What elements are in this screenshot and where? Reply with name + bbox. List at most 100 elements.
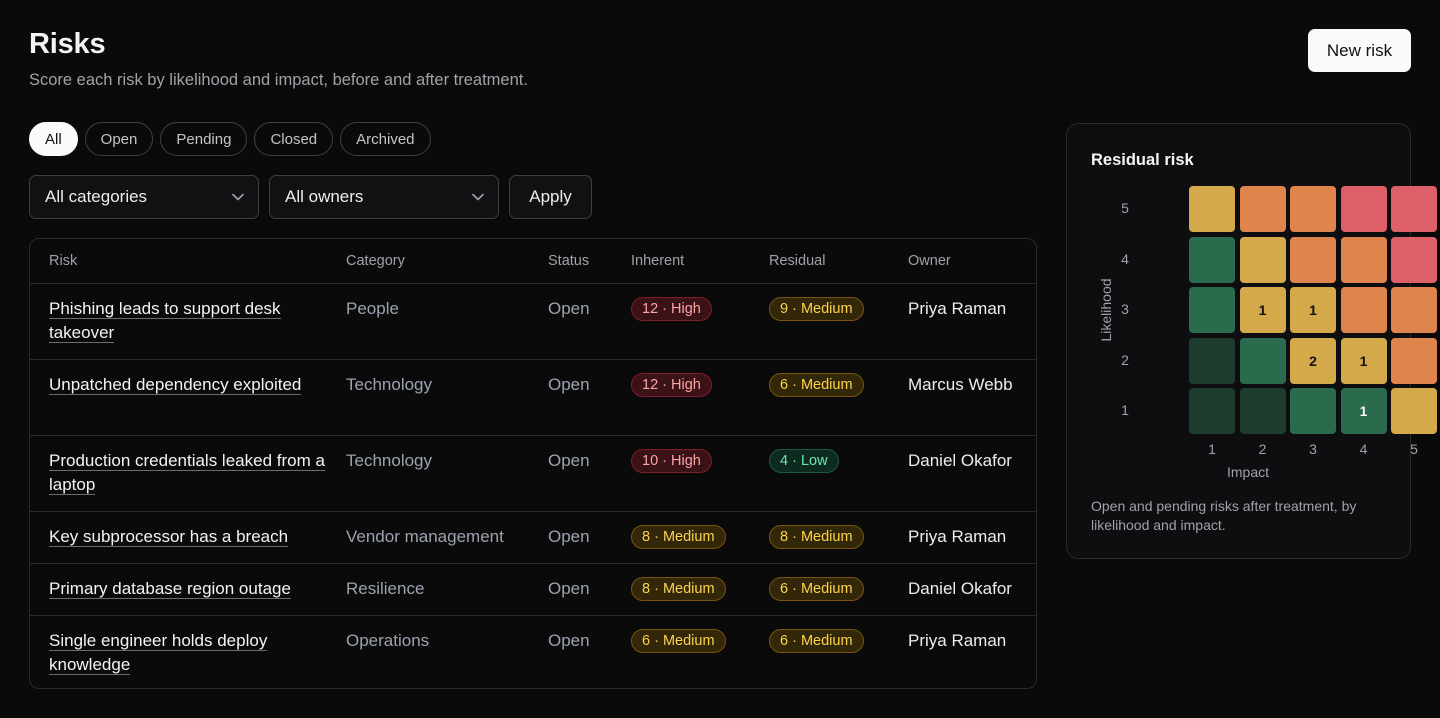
- heatmap-cell[interactable]: [1340, 236, 1387, 283]
- table-row[interactable]: Single engineer holds deploy knowledge O…: [30, 615, 1036, 688]
- tab-pending[interactable]: Pending: [160, 122, 248, 156]
- owner-select[interactable]: All owners: [269, 175, 499, 219]
- table-row[interactable]: Primary database region outage Resilienc…: [30, 563, 1036, 616]
- heatmap-cell[interactable]: [1189, 186, 1235, 232]
- x-tick: 3: [1309, 441, 1317, 457]
- category-select-value: All categories: [45, 187, 148, 206]
- heatmap-cell[interactable]: [1340, 287, 1387, 333]
- heatmap-cell[interactable]: [1189, 236, 1235, 283]
- chevron-down-icon: [232, 191, 244, 203]
- heatmap-cell[interactable]: 2: [1290, 337, 1336, 384]
- heatmap-cell[interactable]: [1391, 236, 1437, 283]
- residual-score-badge: 4 · Low: [769, 448, 839, 473]
- tab-all[interactable]: All: [29, 122, 78, 156]
- category-cell: Vendor management: [346, 526, 504, 546]
- tab-archived[interactable]: Archived: [340, 122, 431, 156]
- heatmap-cell[interactable]: [1391, 388, 1437, 434]
- heatmap-cell[interactable]: [1239, 186, 1286, 232]
- heatmap-cell[interactable]: [1189, 337, 1235, 384]
- heatmap-cell[interactable]: [1391, 337, 1437, 384]
- x-tick: 2: [1258, 441, 1267, 457]
- residual-score-badge: 6 · Medium: [769, 628, 864, 653]
- status-cell: Open: [548, 298, 590, 318]
- heatmap-cell-count: 1: [1359, 403, 1368, 419]
- panel-title: Residual risk: [1091, 151, 1194, 169]
- residual-score-badge: 8 · Medium: [769, 524, 864, 549]
- risks-table: Risk Category Status Inherent Residual O…: [29, 238, 1037, 689]
- risk-link[interactable]: Single engineer holds deploy knowledge: [49, 630, 268, 675]
- heatmap-cell[interactable]: [1340, 186, 1387, 232]
- column-header-status[interactable]: Status: [529, 239, 612, 284]
- heatmap-cell-count: 1: [1309, 302, 1317, 318]
- y-tick: 1: [1121, 402, 1129, 418]
- x-tick: 1: [1208, 441, 1216, 457]
- residual-risk-panel: Residual risk Likelihood 5 4 3 2 1 1 1 2 1 1…: [1066, 123, 1437, 559]
- heatmap-cell[interactable]: [1239, 337, 1286, 384]
- page-title: Risks: [29, 28, 106, 60]
- y-tick: 4: [1121, 251, 1129, 267]
- table-row[interactable]: Unpatched dependency exploited Technolog…: [30, 359, 1036, 436]
- heatmap-cell[interactable]: 1: [1340, 337, 1387, 384]
- category-cell: Operations: [346, 630, 430, 650]
- inherent-score-badge: 12 · High: [631, 372, 712, 397]
- column-header-owner[interactable]: Owner: [889, 239, 1036, 284]
- column-header-category[interactable]: Category: [327, 239, 529, 284]
- risk-link[interactable]: Unpatched dependency exploited: [49, 374, 302, 395]
- page-subtitle: Score each risk by likelihood and impact…: [29, 71, 528, 89]
- heatmap-cell[interactable]: [1239, 236, 1286, 283]
- y-axis-label: Likelihood: [1098, 278, 1114, 342]
- owner-select-value: All owners: [285, 187, 364, 206]
- owner-cell: Daniel Okafor: [908, 578, 1012, 598]
- heatmap-cell[interactable]: [1290, 236, 1336, 283]
- heatmap-cell[interactable]: [1290, 388, 1336, 434]
- panel-caption: Open and pending risks after treatment, …: [1091, 498, 1357, 533]
- heatmap-cell[interactable]: [1290, 186, 1336, 232]
- status-cell: Open: [548, 578, 590, 598]
- owner-cell: Priya Raman: [908, 298, 1007, 318]
- inherent-score-badge: 12 · High: [631, 296, 712, 321]
- table-header-row: Risk Category Status Inherent Residual O…: [30, 239, 1036, 284]
- status-cell: Open: [548, 630, 590, 650]
- table-row[interactable]: Production credentials leaked from a lap…: [30, 435, 1036, 512]
- heatmap-cell-count: 1: [1258, 302, 1267, 318]
- owner-cell: Daniel Okafor: [908, 450, 1012, 470]
- status-cell: Open: [548, 526, 590, 546]
- risk-link[interactable]: Key subprocessor has a breach: [49, 526, 289, 547]
- heatmap-cell[interactable]: 1: [1290, 287, 1336, 333]
- heatmap-cell[interactable]: [1391, 287, 1437, 333]
- status-cell: Open: [548, 374, 590, 394]
- heatmap-cell[interactable]: 1: [1239, 287, 1286, 333]
- heatmap-cell-count: 2: [1309, 352, 1317, 369]
- chevron-down-icon: [472, 191, 484, 203]
- tab-open[interactable]: Open: [84, 122, 154, 156]
- new-risk-button[interactable]: New risk: [1308, 29, 1411, 72]
- tab-closed[interactable]: Closed: [254, 122, 334, 156]
- risk-link[interactable]: Phishing leads to support desk takeover: [49, 298, 281, 343]
- column-header-inherent[interactable]: Inherent: [612, 239, 750, 284]
- inherent-score-badge: 6 · Medium: [631, 628, 726, 653]
- heatmap-cell[interactable]: [1189, 287, 1235, 333]
- inherent-score-badge: 10 · High: [631, 448, 712, 473]
- inherent-score-badge: 8 · Medium: [631, 524, 726, 549]
- table-row[interactable]: Key subprocessor has a breach Vendor man…: [30, 511, 1036, 564]
- table-row[interactable]: Phishing leads to support desk takeover …: [30, 283, 1036, 360]
- column-header-residual[interactable]: Residual: [750, 239, 889, 284]
- apply-button[interactable]: Apply: [509, 175, 592, 219]
- heatmap-cell-count: 1: [1359, 352, 1368, 369]
- heatmap-cell[interactable]: [1239, 388, 1286, 434]
- status-tabs: All Open Pending Closed Archived: [29, 122, 431, 156]
- x-tick: 4: [1359, 441, 1368, 457]
- y-tick: 5: [1121, 200, 1129, 216]
- column-header-risk[interactable]: Risk: [30, 239, 327, 284]
- heatmap-cell[interactable]: [1391, 186, 1437, 232]
- heatmap-cell[interactable]: 1: [1340, 388, 1387, 434]
- category-select[interactable]: All categories: [29, 175, 259, 219]
- risk-link[interactable]: Production credentials leaked from a lap…: [49, 450, 325, 495]
- x-tick: 5: [1410, 441, 1418, 457]
- category-cell: Technology: [346, 374, 433, 394]
- residual-score-badge: 6 · Medium: [769, 372, 864, 397]
- heatmap-cell[interactable]: [1189, 388, 1235, 434]
- risk-link[interactable]: Primary database region outage: [49, 578, 291, 599]
- filter-bar: All categories All owners Apply: [29, 175, 592, 219]
- y-tick: 2: [1121, 352, 1129, 368]
